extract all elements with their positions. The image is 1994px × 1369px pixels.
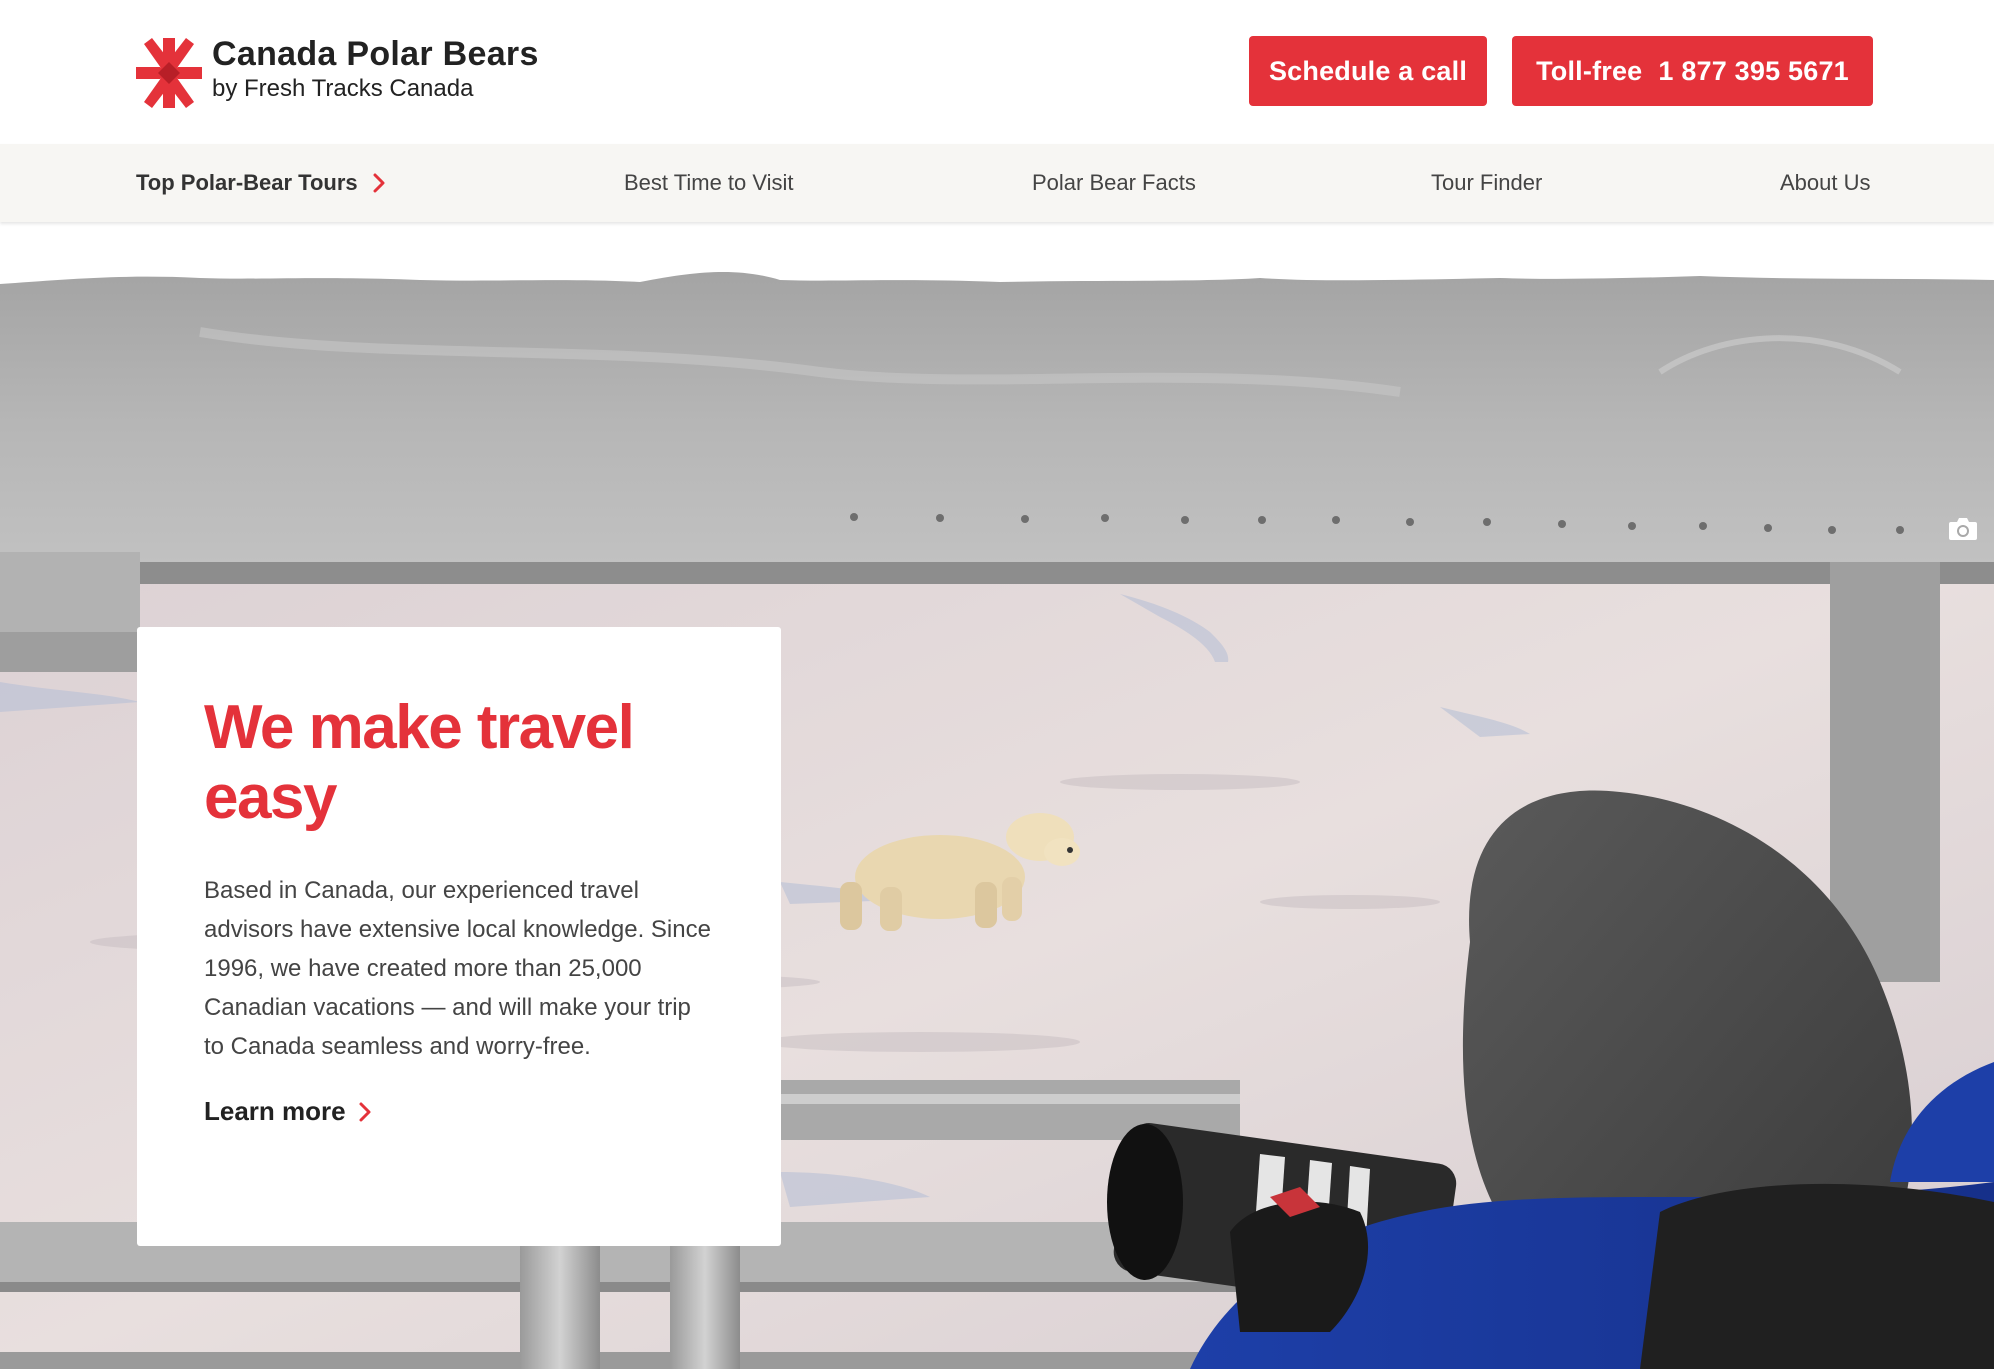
nav-item-top-tours[interactable]: Top Polar-Bear Tours: [136, 144, 386, 222]
learn-more-label: Learn more: [204, 1096, 346, 1126]
nav-item-label: About Us: [1780, 170, 1871, 195]
tollfree-number: 1 877 395 5671: [1658, 55, 1849, 86]
camera-icon[interactable]: [1948, 516, 1978, 542]
chevron-right-icon: [373, 173, 385, 193]
nav-item-tour-finder[interactable]: Tour Finder: [1431, 144, 1542, 222]
logo-title: Canada Polar Bears: [212, 35, 539, 73]
schedule-call-label: Schedule a call: [1268, 55, 1468, 86]
main-nav: Top Polar-Bear Tours Best Time to Visit …: [0, 144, 1994, 222]
tollfree-phone-button[interactable]: Toll-free 1 877 395 5671: [1512, 36, 1873, 106]
site-logo[interactable]: Canada Polar Bears by Fresh Tracks Canad…: [136, 34, 539, 108]
hero-body-text: Based in Canada, our experienced travel …: [204, 877, 711, 1060]
top-header: Canada Polar Bears by Fresh Tracks Canad…: [0, 0, 1994, 144]
nav-item-label: Tour Finder: [1431, 170, 1543, 195]
learn-more-link[interactable]: Learn more: [204, 1096, 715, 1127]
hero-card: We make travel easy Based in Canada, our…: [137, 627, 781, 1246]
logo-subtitle: by Fresh Tracks Canada: [212, 75, 474, 102]
nav-item-about[interactable]: About Us: [1780, 144, 1871, 222]
logo-text: Canada Polar Bears by Fresh Tracks Canad…: [212, 34, 539, 104]
nav-item-label: Best Time to Visit: [624, 170, 794, 195]
tollfree-label: Toll-free: [1536, 55, 1643, 86]
nav-item-facts[interactable]: Polar Bear Facts: [1032, 144, 1196, 222]
nav-item-label: Top Polar-Bear Tours: [136, 170, 358, 195]
nav-item-label: Polar Bear Facts: [1032, 170, 1196, 195]
nav-item-best-time[interactable]: Best Time to Visit: [624, 144, 794, 222]
chevron-right-icon: [359, 1102, 371, 1121]
hero-title: We make travel easy: [204, 693, 635, 832]
hero-section: We make travel easy Based in Canada, our…: [0, 222, 1994, 1369]
schedule-call-button[interactable]: Schedule a call: [1249, 36, 1487, 106]
maple-leaf-logo-icon: [136, 38, 202, 108]
